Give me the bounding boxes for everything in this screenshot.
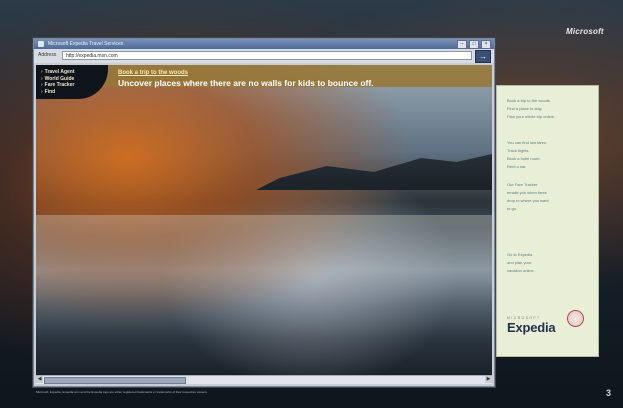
minimize-button[interactable]: – <box>457 40 467 49</box>
scrollbar-thumb[interactable] <box>44 377 186 384</box>
nav-item-find[interactable]: Find <box>41 89 108 96</box>
panel-line: vacation online. <box>507 268 535 273</box>
go-button[interactable]: → <box>475 50 491 63</box>
scroll-left-icon[interactable]: ◀ <box>36 376 43 383</box>
horizontal-scrollbar[interactable]: ◀ ▶ <box>36 375 492 384</box>
address-label: Address <box>38 52 57 58</box>
window-title: Microsoft Expedia Travel Services <box>48 41 124 47</box>
panel-line: and plan your <box>507 260 532 265</box>
panel-line: drop to where you want <box>507 198 549 203</box>
expedia-ad-panel: Book a trip to the woods. Find a place t… <box>496 85 599 357</box>
scroll-right-icon[interactable]: ▶ <box>485 376 492 383</box>
page-number: 3 <box>606 388 612 398</box>
microsoft-logo: Microsoft <box>566 27 604 36</box>
address-bar: Address http://expedia.msn.com → <box>34 49 494 63</box>
expedia-seal-icon <box>567 310 584 327</box>
close-button[interactable]: × <box>481 40 491 49</box>
browser-window: Microsoft Expedia Travel Services – □ × … <box>33 38 495 387</box>
window-controls: – □ × <box>457 40 491 49</box>
panel-line: to go. <box>507 206 518 211</box>
maximize-button[interactable]: □ <box>469 40 479 49</box>
browser-app-icon <box>38 41 44 47</box>
panel-line: Book a hotel room. <box>507 156 541 161</box>
window-titlebar: Microsoft Expedia Travel Services – □ × <box>34 39 494 49</box>
panel-line: Track flights. <box>507 148 530 153</box>
expedia-logo[interactable]: MICROSOFT Expedia <box>507 310 591 335</box>
page-viewport: Travel Agent World Guide Fare Tracker Fi… <box>36 65 492 375</box>
panel-line: Go to Expedia <box>507 252 533 257</box>
panel-line: Book a trip to the woods. <box>507 98 552 103</box>
address-input[interactable]: http://expedia.msn.com <box>62 51 472 60</box>
book-trip-link[interactable]: Book a trip to the woods <box>118 70 188 76</box>
site-nav-menu: Travel Agent World Guide Fare Tracker Fi… <box>36 65 108 99</box>
panel-line: Find a place to stay. <box>507 106 543 111</box>
mountain-image <box>256 154 492 190</box>
panel-line: You can find low fares. <box>507 140 548 145</box>
banner-headline: Uncover places where there are no walls … <box>118 78 374 88</box>
fine-print: Microsoft, Expedia, Expedia.com and the … <box>36 390 208 394</box>
panel-line: emails you when fares <box>507 190 547 195</box>
panel-line: Our Fare Tracker <box>507 182 538 187</box>
magazine-ad: Microsoft Microsoft Expedia Travel Servi… <box>0 0 623 408</box>
panel-line: Plan your whole trip online. <box>507 114 556 119</box>
panel-line: Rent a car. <box>507 164 527 169</box>
lake-reflection <box>36 215 492 305</box>
